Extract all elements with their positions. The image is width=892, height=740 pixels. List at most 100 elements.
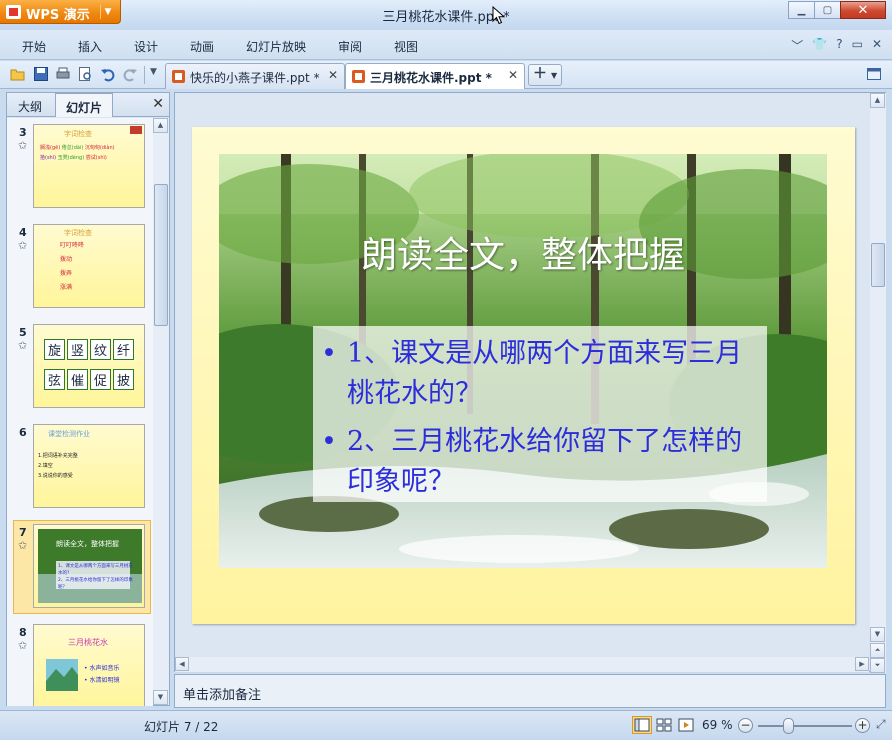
- animation-star-icon: ✩: [18, 539, 28, 552]
- skin-icon[interactable]: 👕: [812, 37, 827, 54]
- next-slide-icon[interactable]: ⏷: [870, 658, 885, 673]
- current-slide[interactable]: 朗读全文，整体把握 1、课文是从哪两个方面来写三月桃花水的？ 2、三月桃花水给你…: [192, 127, 855, 624]
- thumbnail-preview: 朗读全文，整体把握 1、课文是从哪两个方面来写三月桃花水的？ 2、三月桃花水给你留…: [33, 524, 145, 608]
- quick-toolbar: ▼ 快乐的小燕子课件.ppt * ✕ 三月桃花水课件.ppt * ✕ ＋ ▼: [0, 61, 892, 89]
- redo-icon[interactable]: [122, 66, 138, 82]
- slides-panel: 大纲 幻灯片 ✕ 3 ✩ 字词检查 搁浅(gē) 倦怠(dài) 沉甸甸(dià…: [6, 92, 170, 706]
- scrollbar-thumb[interactable]: [154, 184, 168, 326]
- menu-design[interactable]: 设计: [134, 38, 158, 55]
- animation-star-icon: ✩: [18, 339, 28, 352]
- toolbar-separator: [144, 66, 145, 84]
- thumbnail-preview: 旋 竖 纹 纤 弦 催 促 披: [33, 324, 145, 408]
- menu-animation[interactable]: 动画: [190, 38, 214, 55]
- open-folder-icon[interactable]: [10, 66, 26, 82]
- close-button[interactable]: ✕: [840, 1, 886, 19]
- thumbnail-preview: 字词检查 搁浅(gē) 倦怠(dài) 沉甸甸(diàn) 拾(shí) 玉凳(…: [33, 124, 145, 208]
- slide-thumbnail-list: 3 ✩ 字词检查 搁浅(gē) 倦怠(dài) 沉甸甸(diàn) 拾(shí)…: [7, 118, 153, 706]
- forest-stream-image: 朗读全文，整体把握 1、课文是从哪两个方面来写三月桃花水的？ 2、三月桃花水给你…: [219, 154, 827, 568]
- thumbnail-preview: 三月桃花水 • 水声如音乐 • 水清如明镜: [33, 624, 145, 706]
- slide-number: 6: [19, 426, 27, 439]
- zoom-slider[interactable]: [758, 725, 852, 727]
- menu-review[interactable]: 审阅: [338, 38, 362, 55]
- chevron-down-icon[interactable]: ▼: [551, 71, 557, 80]
- tab-outline[interactable]: 大纲: [7, 93, 53, 117]
- status-bar: 幻灯片 7 / 22 69 % − + ⤢: [0, 710, 892, 740]
- ppt-file-icon: [172, 70, 185, 83]
- scroll-up-icon[interactable]: ▲: [870, 93, 885, 108]
- slide-number: 7: [19, 526, 27, 539]
- notes-pane[interactable]: 单击添加备注: [174, 674, 886, 708]
- zoom-level: 69 %: [702, 718, 733, 732]
- scroll-down-icon[interactable]: ▼: [153, 690, 168, 705]
- scroll-left-icon[interactable]: ◀: [175, 657, 189, 671]
- tab-document-1[interactable]: 快乐的小燕子课件.ppt * ✕: [165, 63, 345, 89]
- thumbnail-preview: 课堂检测作业 1.把词语补充完整 2.填空 3.说说你的感受: [33, 424, 145, 508]
- slide-number: 8: [19, 626, 27, 639]
- tab-label: 快乐的小燕子课件.ppt *: [190, 71, 320, 85]
- animation-star-icon: ✩: [18, 639, 28, 652]
- print-preview-icon[interactable]: [77, 66, 93, 82]
- menu-bar: 开始 插入 设计 动画 幻灯片放映 审阅 视图 ﹀ 👕 ? ▭ ✕: [0, 30, 892, 60]
- slide-number: 5: [19, 326, 27, 339]
- print-icon[interactable]: [55, 66, 71, 82]
- minimize-button[interactable]: ▁: [788, 1, 815, 19]
- normal-view-button[interactable]: [632, 716, 652, 734]
- scroll-up-icon[interactable]: ▲: [153, 118, 168, 133]
- ppt-file-icon: [352, 70, 365, 83]
- close-tab-icon[interactable]: ✕: [328, 68, 338, 82]
- scroll-right-icon[interactable]: ▶: [855, 657, 869, 671]
- thumbnail-preview: 字词检查 叮叮咚咚 拨动 拨弄 涨满: [33, 224, 145, 308]
- mouse-cursor-icon: [492, 6, 506, 25]
- slide-sorter-button[interactable]: [654, 716, 674, 734]
- animation-star-icon: ✩: [18, 139, 28, 152]
- collapse-ribbon-icon[interactable]: ﹀: [791, 37, 803, 54]
- slide-bullet-2: 2、三月桃花水给你留下了怎样的印象呢？: [319, 422, 761, 502]
- fit-window-icon[interactable]: ⤢: [876, 717, 886, 732]
- menu-slideshow[interactable]: 幻灯片放映: [246, 38, 306, 55]
- save-icon[interactable]: [33, 66, 49, 82]
- thumbnail-title: 字词检查: [64, 130, 92, 138]
- menu-home[interactable]: 开始: [22, 38, 46, 55]
- close-doc-icon[interactable]: ✕: [872, 37, 882, 54]
- previous-slide-icon[interactable]: ⏶: [870, 643, 885, 658]
- menu-view[interactable]: 视图: [394, 38, 418, 55]
- editor-vertical-scrollbar[interactable]: ▲ ▼ ⏶ ⏷: [870, 93, 886, 673]
- panel-toggle-icon[interactable]: [866, 66, 882, 82]
- zoom-slider-handle[interactable]: [783, 718, 794, 734]
- maximize-button[interactable]: ▢: [814, 1, 841, 19]
- slideshow-button[interactable]: [676, 716, 696, 734]
- menu-right-tools: ﹀ 👕 ? ▭ ✕: [791, 37, 882, 54]
- menu-insert[interactable]: 插入: [78, 38, 102, 55]
- new-tab-button[interactable]: ＋ ▼: [528, 64, 562, 86]
- scroll-down-icon[interactable]: ▼: [870, 627, 885, 642]
- slide-number: 4: [19, 226, 27, 239]
- house-icon: [130, 126, 142, 134]
- minimize-doc-icon[interactable]: ▭: [852, 37, 863, 54]
- tab-document-2[interactable]: 三月桃花水课件.ppt * ✕: [345, 63, 525, 89]
- zoom-out-icon[interactable]: −: [738, 718, 753, 733]
- title-bar: WPS 演示 ▼ 三月桃花水课件.ppt * ▁ ▢ ✕: [0, 0, 892, 30]
- animation-star-icon: ✩: [18, 239, 28, 252]
- normal-view-icon: [634, 718, 650, 732]
- tab-slides[interactable]: 幻灯片: [55, 93, 113, 117]
- close-tab-icon[interactable]: ✕: [508, 68, 518, 82]
- slide-counter: 幻灯片 7 / 22: [144, 720, 219, 734]
- slide-body-textbox[interactable]: 1、课文是从哪两个方面来写三月桃花水的？ 2、三月桃花水给你留下了怎样的印象呢？: [313, 326, 767, 502]
- close-panel-icon[interactable]: ✕: [152, 96, 164, 112]
- zoom-in-icon[interactable]: +: [855, 718, 870, 733]
- side-panel-tabs: 大纲 幻灯片 ✕: [7, 93, 169, 117]
- slide-number: 3: [19, 126, 27, 139]
- editor-horizontal-scrollbar[interactable]: ◀ ▶: [175, 657, 869, 672]
- slide-editor: 朗读全文，整体把握 1、课文是从哪两个方面来写三月桃花水的？ 2、三月桃花水给你…: [174, 92, 886, 673]
- slide-sorter-icon: [656, 718, 672, 732]
- notes-placeholder: 单击添加备注: [183, 688, 262, 703]
- customize-dropdown-icon[interactable]: ▼: [150, 67, 157, 77]
- tab-label: 三月桃花水课件.ppt *: [370, 71, 492, 85]
- help-icon[interactable]: ?: [836, 37, 842, 54]
- thumbnail-scrollbar[interactable]: ▲ ▼: [153, 118, 169, 705]
- slide-title[interactable]: 朗读全文，整体把握: [219, 226, 827, 278]
- scrollbar-thumb[interactable]: [871, 243, 885, 287]
- slide-bullet-1: 1、课文是从哪两个方面来写三月桃花水的？: [319, 334, 761, 414]
- play-slideshow-icon: [678, 718, 694, 732]
- undo-icon[interactable]: [100, 66, 116, 82]
